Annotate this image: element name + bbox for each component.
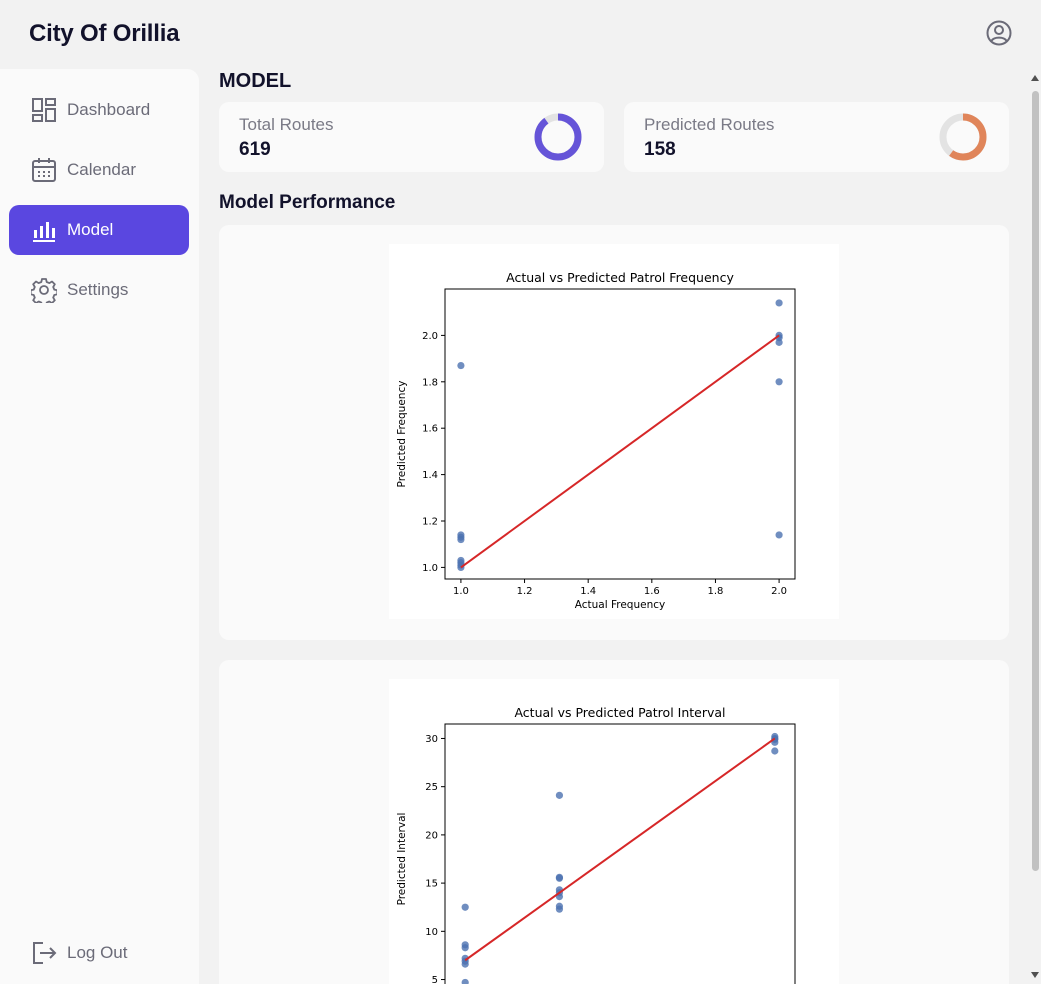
sidebar-item-label: Model bbox=[67, 220, 114, 239]
sidebar-item-settings[interactable]: Settings bbox=[9, 265, 189, 315]
x-tick-label: 1.4 bbox=[580, 586, 596, 597]
y-tick-label: 5 bbox=[432, 975, 438, 984]
x-tick-label: 1.8 bbox=[708, 586, 724, 597]
scroll-thumb[interactable] bbox=[1032, 91, 1039, 871]
data-point bbox=[461, 944, 469, 952]
plot-frame bbox=[444, 288, 796, 580]
frequency-scatter-chart: Actual vs Predicted Patrol Frequency 1.0 1… bbox=[389, 244, 839, 619]
page-title: MODEL bbox=[219, 70, 292, 92]
y-tick-label: 1.2 bbox=[422, 517, 438, 528]
logout-button[interactable]: Log Out bbox=[9, 928, 189, 978]
y-tick-label: 1.0 bbox=[422, 563, 438, 574]
chart-title: Actual vs Predicted Patrol Interval bbox=[514, 705, 725, 720]
data-point bbox=[555, 874, 564, 882]
data-point bbox=[461, 978, 469, 984]
fit-line bbox=[464, 737, 776, 962]
stat-label: Total Routes bbox=[239, 115, 334, 134]
stat-label: Predicted Routes bbox=[644, 115, 775, 134]
chart-title: Actual vs Predicted Patrol Frequency bbox=[506, 270, 734, 285]
logout-label: Log Out bbox=[67, 943, 128, 962]
y-axis-label: Predicted Frequency bbox=[396, 381, 408, 488]
x-tick-label: 1.0 bbox=[453, 586, 469, 597]
fit-line bbox=[460, 334, 780, 569]
x-tick-label: 1.6 bbox=[644, 586, 660, 597]
top-bar: City Of Orillia bbox=[0, 0, 1041, 70]
stat-card-predicted-routes: Predicted Routes 158 bbox=[624, 102, 1009, 172]
y-tick-label: 10 bbox=[425, 927, 438, 938]
x-tick-label: 1.2 bbox=[517, 586, 533, 597]
x-tick-label: 2.0 bbox=[771, 586, 787, 597]
plot-frame bbox=[444, 723, 796, 984]
app-title: City Of Orillia bbox=[29, 20, 180, 47]
sidebar: Dashboard Calendar Model Settings bbox=[0, 69, 199, 984]
y-tick-label: 30 bbox=[425, 734, 438, 745]
sidebar-item-label: Calendar bbox=[67, 160, 136, 179]
sidebar-item-model[interactable]: Model bbox=[9, 205, 189, 255]
sidebar-item-label: Dashboard bbox=[67, 100, 151, 119]
y-tick-label: 1.6 bbox=[422, 424, 438, 435]
data-point bbox=[775, 299, 783, 307]
user-circle-icon[interactable] bbox=[985, 19, 1013, 47]
dashboard-icon bbox=[32, 98, 56, 122]
section-title: Model Performance bbox=[219, 192, 396, 213]
data-point bbox=[461, 903, 469, 911]
chart-card-interval: Actual vs Predicted Patrol Interval 5 10 15… bbox=[219, 660, 1009, 984]
scroll-up-arrow[interactable] bbox=[1031, 75, 1039, 81]
calendar-icon bbox=[32, 158, 56, 182]
data-point bbox=[457, 535, 465, 544]
stat-value: 619 bbox=[239, 139, 271, 160]
y-tick-label: 2.0 bbox=[422, 331, 438, 342]
data-point bbox=[555, 905, 564, 913]
data-point bbox=[775, 378, 783, 386]
sidebar-item-label: Settings bbox=[67, 280, 129, 299]
y-tick-label: 15 bbox=[425, 879, 438, 890]
y-tick-label: 1.4 bbox=[422, 470, 438, 481]
y-tick-label: 25 bbox=[425, 782, 438, 793]
sidebar-item-calendar[interactable]: Calendar bbox=[9, 145, 189, 195]
logout-icon bbox=[33, 942, 57, 964]
donut-ring bbox=[939, 113, 987, 161]
donut-ring bbox=[534, 113, 582, 161]
interval-scatter-chart: Actual vs Predicted Patrol Interval 5 10 15… bbox=[389, 679, 839, 984]
gear-icon bbox=[31, 278, 57, 303]
x-axis-label: Actual Frequency bbox=[575, 599, 665, 611]
scrollbar[interactable] bbox=[1029, 69, 1041, 984]
plot-area bbox=[457, 299, 783, 571]
plot-area bbox=[461, 732, 779, 984]
data-point bbox=[457, 361, 465, 370]
bar-chart-icon bbox=[33, 222, 55, 242]
data-point bbox=[771, 747, 779, 755]
y-axis-label: Predicted Interval bbox=[396, 813, 408, 906]
chart-card-frequency: Actual vs Predicted Patrol Frequency 1.0 1… bbox=[219, 225, 1009, 640]
y-tick-label: 1.8 bbox=[422, 377, 438, 388]
data-point bbox=[775, 531, 783, 539]
y-tick-label: 20 bbox=[425, 830, 438, 841]
stat-card-total-routes: Total Routes 619 bbox=[219, 102, 604, 172]
stat-value: 158 bbox=[644, 139, 676, 160]
scroll-down-arrow[interactable] bbox=[1031, 972, 1039, 978]
data-point bbox=[775, 338, 783, 346]
data-point bbox=[461, 960, 469, 968]
main-content: MODEL Total Routes 619 Predicted Routes … bbox=[199, 69, 1029, 984]
data-point bbox=[555, 791, 564, 799]
sidebar-item-dashboard[interactable]: Dashboard bbox=[9, 85, 189, 135]
